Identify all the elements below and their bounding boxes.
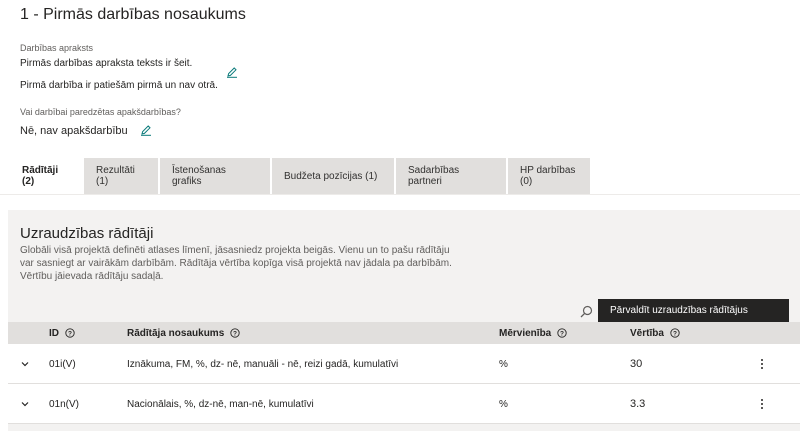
tab-schedule[interactable]: Īstenošanas grafiks — [160, 158, 272, 194]
more-options-icon[interactable] — [760, 384, 770, 424]
search-icon[interactable] — [580, 305, 593, 318]
column-unit[interactable]: Mērvienība ? — [499, 322, 567, 344]
indicators-description: Globāli visā projektā definēti atlases l… — [20, 245, 452, 282]
edit-description-icon[interactable] — [226, 66, 238, 78]
column-id[interactable]: ID ? — [49, 322, 75, 344]
column-name-label: Rādītāja nosaukums — [127, 327, 225, 339]
description-line-2: Pirmā darbība ir patiešām pirmā un nav o… — [20, 80, 218, 91]
row-name: Iznākuma, FM, %, dz- nē, manuāli - nē, r… — [127, 358, 399, 370]
edit-subactivities-icon[interactable] — [140, 124, 152, 136]
info-icon[interactable]: ? — [230, 328, 240, 338]
tabs-divider — [0, 194, 800, 195]
tab-results[interactable]: Rezultāti (1) — [84, 158, 160, 194]
column-unit-label: Mērvienība — [499, 327, 552, 339]
expand-chevron-icon[interactable] — [20, 384, 32, 424]
table-row[interactable]: 01n(V) Nacionālais, %, dz-nē, man-nē, ku… — [8, 384, 800, 424]
svg-text:?: ? — [68, 331, 72, 338]
expand-chevron-icon[interactable] — [20, 344, 32, 384]
svg-text:?: ? — [233, 331, 237, 338]
table-header: ID ? Rādītāja nosaukums ? Mērvienība ? V… — [8, 322, 800, 344]
svg-text:?: ? — [560, 331, 564, 338]
svg-text:?: ? — [673, 331, 677, 338]
info-icon[interactable]: ? — [557, 328, 567, 338]
tab-budget[interactable]: Budžeta pozīcijas (1) — [272, 158, 396, 194]
tabs-bar: Rādītāji (2) Rezultāti (1) Īstenošanas g… — [10, 158, 592, 194]
subactivities-label: Vai darbībai paredzētas apakšdarbības? — [20, 107, 181, 117]
tab-partners[interactable]: Sadarbības partneri — [396, 158, 508, 194]
tab-hp-activities[interactable]: HP darbības (0) — [508, 158, 592, 194]
more-options-icon[interactable] — [760, 344, 770, 384]
row-id: 01n(V) — [49, 398, 80, 410]
table-row[interactable]: 01i(V) Iznākuma, FM, %, dz- nē, manuāli … — [8, 344, 800, 384]
description-label: Darbības apraksts — [20, 43, 94, 53]
column-value-label: Vērtība — [630, 327, 664, 339]
indicators-title: Uzraudzības rādītāji — [20, 225, 154, 242]
row-value: 3.3 — [630, 398, 646, 410]
info-icon[interactable]: ? — [65, 328, 75, 338]
row-unit: % — [499, 398, 508, 410]
subactivities-value: Nē, nav apakšdarbību — [20, 125, 128, 137]
column-name[interactable]: Rādītāja nosaukums ? — [127, 322, 240, 344]
row-id: 01i(V) — [49, 358, 76, 370]
column-id-label: ID — [49, 327, 59, 339]
row-name: Nacionālais, %, dz-nē, man-nē, kumulatīv… — [127, 398, 314, 410]
tab-indicators[interactable]: Rādītāji (2) — [10, 158, 84, 194]
page-title: 1 - Pirmās darbības nosaukums — [20, 6, 246, 23]
manage-indicators-button[interactable]: Pārvaldīt uzraudzības rādītājus — [598, 299, 789, 322]
row-unit: % — [499, 358, 508, 370]
column-value[interactable]: Vērtība ? — [630, 322, 680, 344]
description-line-1: Pirmās darbības apraksta teksts ir šeit. — [20, 58, 193, 69]
row-value: 30 — [630, 358, 643, 370]
info-icon[interactable]: ? — [670, 328, 680, 338]
